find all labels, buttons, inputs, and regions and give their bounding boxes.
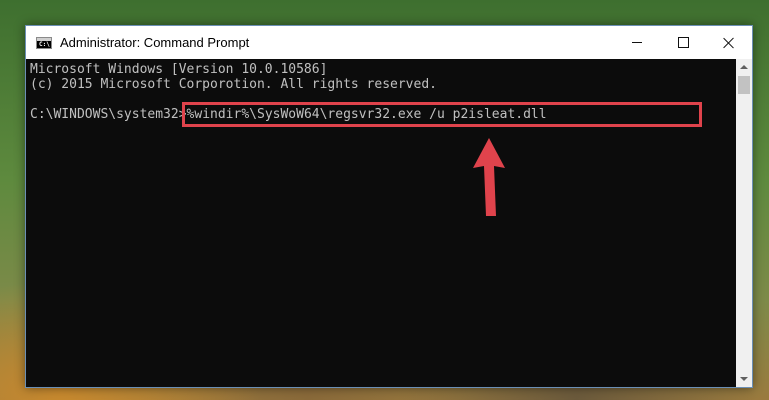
minimize-icon xyxy=(632,42,642,43)
window-title: Administrator: Command Prompt xyxy=(60,35,250,50)
command-line[interactable]: C:\WINDOWS\system32>%windir%\SysWoW64\re… xyxy=(30,102,736,127)
maximize-button[interactable] xyxy=(660,26,706,59)
scrollbar-thumb[interactable] xyxy=(738,76,750,94)
chevron-up-icon xyxy=(740,65,748,69)
vertical-scrollbar[interactable] xyxy=(736,59,752,387)
minimize-button[interactable] xyxy=(614,26,660,59)
scroll-down-button[interactable] xyxy=(736,371,752,387)
command-prompt-window: C:\ Administrator: Command Prompt Micros… xyxy=(25,25,753,388)
command-text[interactable]: %windir%\SysWoW64\regsvr32.exe /u p2isle… xyxy=(187,107,547,122)
prompt-text: C:\WINDOWS\system32> xyxy=(30,107,187,122)
maximize-icon xyxy=(677,37,689,48)
red-arrow-icon xyxy=(473,138,505,216)
console-line: (c) 2015 Microsoft Corporotion. All righ… xyxy=(30,77,437,92)
scroll-up-button[interactable] xyxy=(736,59,752,75)
command-highlight-box: %windir%\SysWoW64\regsvr32.exe /u p2isle… xyxy=(181,102,702,127)
close-button[interactable] xyxy=(706,26,752,59)
close-icon xyxy=(723,37,735,49)
cmd-icon-glyph: C:\ xyxy=(39,41,50,48)
console-output[interactable]: Microsoft Windows [Version 10.0.10586] (… xyxy=(26,59,736,387)
chevron-down-icon xyxy=(740,377,748,381)
console-line: Microsoft Windows [Version 10.0.10586] xyxy=(30,62,328,77)
title-bar[interactable]: C:\ Administrator: Command Prompt xyxy=(26,26,752,59)
cmd-icon[interactable]: C:\ xyxy=(36,37,52,49)
